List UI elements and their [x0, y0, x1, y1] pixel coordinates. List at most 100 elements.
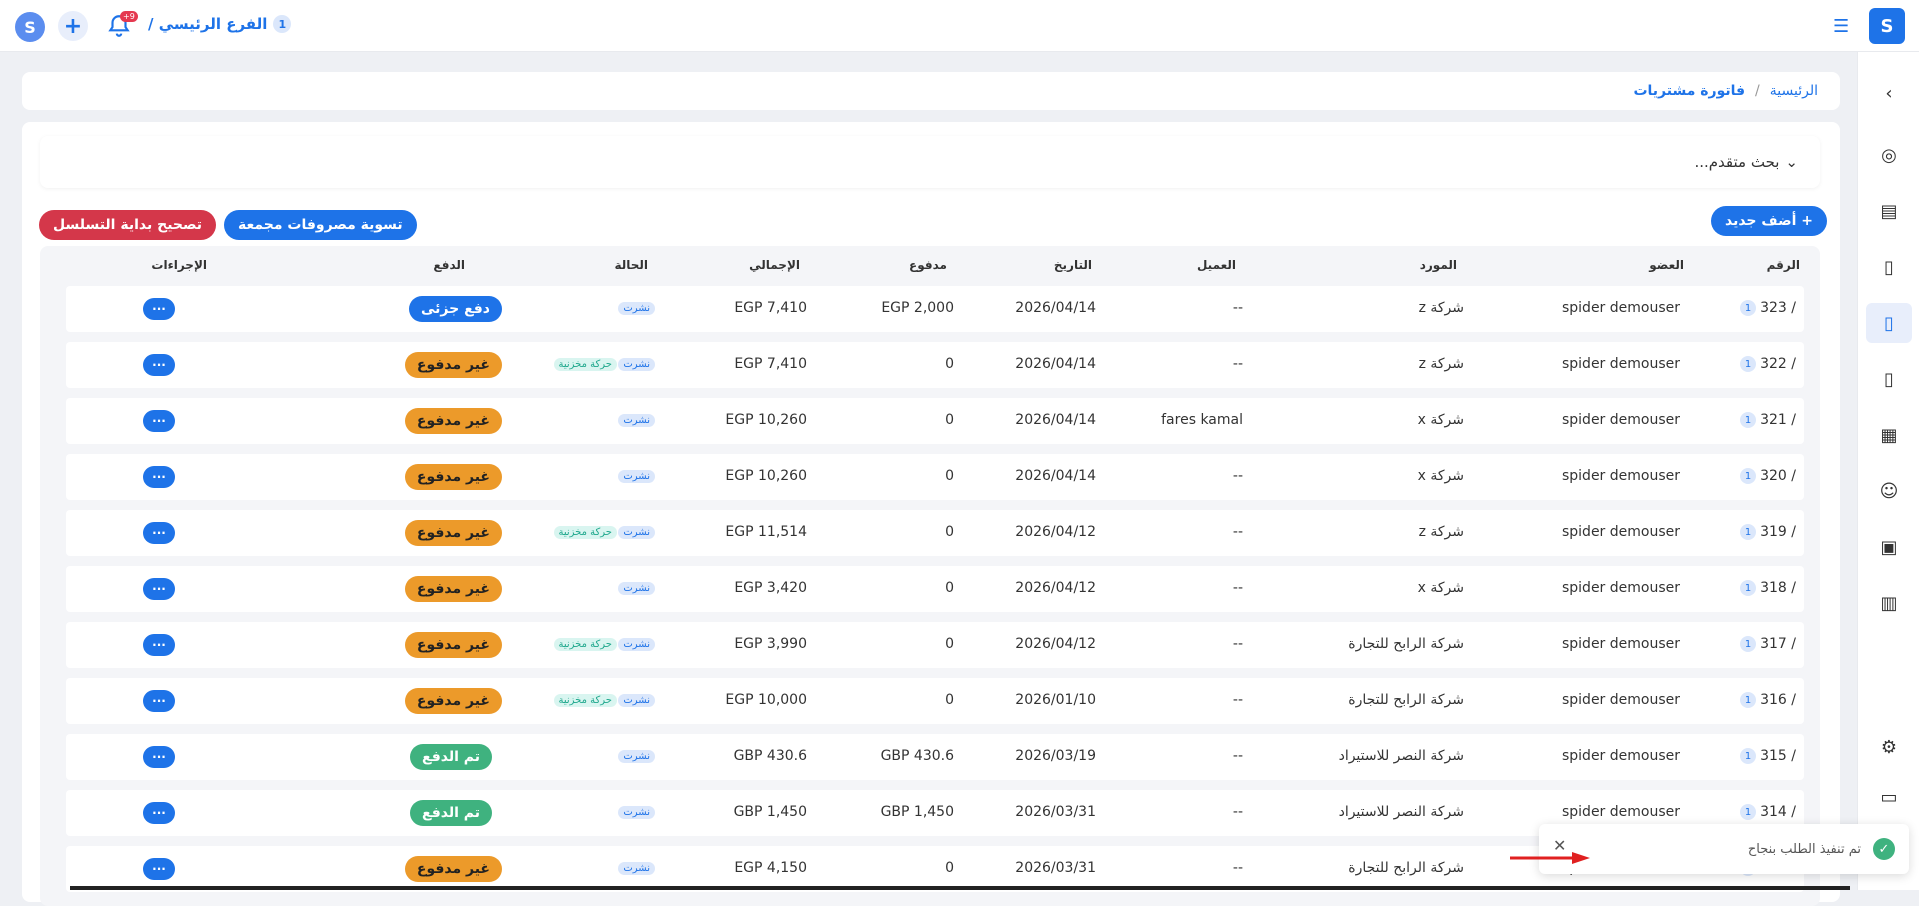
supplier-cell: شركة الرابح للتجارة: [1348, 636, 1464, 652]
invoice-number[interactable]: 1 319 /: [1740, 524, 1796, 540]
invoice-number[interactable]: 1 323 /: [1740, 300, 1796, 316]
paid-cell: EGP 2,000: [881, 300, 954, 316]
inventory-badge: حركة مخزنية: [553, 638, 617, 651]
top-bar: S + +9 1 الفرع الرئيسي / ☰ S: [0, 0, 1919, 52]
advanced-search-toggle[interactable]: ⌄ بحث متقدم...: [40, 136, 1820, 188]
invoice-number[interactable]: 1 316 /: [1740, 692, 1796, 708]
row-actions-button[interactable]: ···: [143, 746, 175, 768]
menu-icon[interactable]: ☰: [1833, 16, 1849, 37]
inventory-badge: حركة مخزنية: [553, 358, 617, 371]
payment-status-button[interactable]: تم الدفع: [410, 744, 492, 770]
table-row[interactable]: 1 316 / spider demouser شركة الرابح للتجارة…: [66, 678, 1804, 724]
table-row[interactable]: 1 318 / spider demouser شركة x -- 2026/04/12 0…: [66, 566, 1804, 612]
screen-icon[interactable]: ▭: [1874, 782, 1904, 812]
row-actions-button[interactable]: ···: [143, 466, 175, 488]
row-actions-button[interactable]: ···: [143, 298, 175, 320]
status-badge: نشرت: [618, 358, 655, 371]
branch-selector[interactable]: 1 الفرع الرئيسي /: [148, 15, 292, 33]
row-actions-button[interactable]: ···: [143, 802, 175, 824]
table-row[interactable]: 1 317 / spider demouser شركة الرابح للتجارة…: [66, 622, 1804, 668]
status-badge: نشرت: [618, 806, 655, 819]
table-row[interactable]: 1 315 / spider demouser شركة النصر للاستيرا…: [66, 734, 1804, 780]
purchases-document-icon[interactable]: ▯: [1866, 303, 1912, 343]
payment-status-button[interactable]: غير مدفوع: [404, 352, 502, 378]
inventory-boxes-icon[interactable]: ▦: [1874, 420, 1904, 450]
brand-logo-icon[interactable]: S: [1869, 8, 1905, 44]
reports-chart-icon[interactable]: ▥: [1874, 588, 1904, 618]
client-cell: --: [1232, 860, 1243, 876]
branch-badge: 1: [1740, 356, 1757, 372]
invoice-number-text: 316 /: [1760, 692, 1796, 708]
users-settings-icon[interactable]: ☺: [1874, 476, 1904, 506]
invoice-number[interactable]: 1 315 /: [1740, 748, 1796, 764]
invoice-number-text: 314 /: [1760, 804, 1796, 820]
status-badge: نشرت: [618, 750, 655, 763]
date-cell: 2026/04/14: [1015, 412, 1096, 428]
row-actions-button[interactable]: ···: [143, 690, 175, 712]
row-actions-button[interactable]: ···: [143, 858, 175, 880]
client-cell: --: [1232, 300, 1243, 316]
payment-status-button[interactable]: غير مدفوع: [404, 464, 502, 490]
fix-sequence-button[interactable]: تصحيح بداية التسلسل: [39, 210, 217, 240]
client-cell: --: [1232, 636, 1243, 652]
table-row[interactable]: 1 323 / spider demouser شركة z -- 2026/04/14 E…: [66, 286, 1804, 332]
payment-status-button[interactable]: غير مدفوع: [404, 408, 502, 434]
add-new-button[interactable]: + أضف جديد: [1711, 206, 1828, 236]
paid-cell: GBP 1,450: [880, 804, 954, 820]
invoice-number[interactable]: 1 321 /: [1740, 412, 1796, 428]
add-new-label: أضف جديد: [1725, 213, 1797, 229]
table-row[interactable]: 1 320 / spider demouser شركة x -- 2026/04/14 0…: [66, 454, 1804, 500]
status-badge: نشرت: [618, 526, 655, 539]
member-cell: spider demouser: [1561, 636, 1680, 652]
plus-icon: +: [1796, 213, 1814, 229]
invoice-number[interactable]: 1 314 /: [1740, 804, 1796, 820]
branch-label: الفرع الرئيسي /: [148, 15, 268, 33]
bottom-scrollbar[interactable]: [70, 886, 1850, 890]
payment-status-button[interactable]: تم الدفع: [410, 800, 492, 826]
row-actions-button[interactable]: ···: [143, 410, 175, 432]
supplier-cell: شركة z: [1418, 300, 1464, 316]
row-actions-button[interactable]: ···: [143, 522, 175, 544]
payment-status-button[interactable]: غير مدفوع: [404, 576, 502, 602]
row-actions-button[interactable]: ···: [143, 354, 175, 376]
products-icon[interactable]: ▣: [1874, 532, 1904, 562]
member-cell: spider demouser: [1561, 804, 1680, 820]
invoice-number[interactable]: 1 320 /: [1740, 468, 1796, 484]
paid-cell: 0: [945, 580, 954, 596]
payment-status-button[interactable]: غير مدفوع: [404, 856, 502, 882]
branch-badge: 1: [1740, 580, 1757, 596]
settle-expenses-button[interactable]: تسوية مصروفات مجمعة: [224, 210, 417, 240]
pos-icon[interactable]: ▤: [1874, 196, 1904, 226]
quick-add-button[interactable]: +: [58, 11, 88, 41]
payment-status-button[interactable]: دفع جزئى: [408, 296, 502, 322]
payment-status-button[interactable]: غير مدفوع: [404, 688, 502, 714]
row-actions-button[interactable]: ···: [143, 634, 175, 656]
paid-cell: 0: [945, 692, 954, 708]
payment-status-button[interactable]: غير مدفوع: [404, 632, 502, 658]
paid-cell: 0: [945, 468, 954, 484]
table-row[interactable]: 1 319 / spider demouser شركة z -- 2026/04/12 0…: [66, 510, 1804, 556]
sales-document-icon[interactable]: ▯: [1874, 252, 1904, 282]
collapse-chevron-icon[interactable]: ‹: [1874, 78, 1904, 108]
app-logo-icon[interactable]: S: [15, 12, 45, 42]
settings-gear-icon[interactable]: ⚙: [1874, 732, 1904, 762]
client-cell: fares kamal: [1161, 412, 1243, 428]
supplier-cell: شركة النصر للاستيراد: [1338, 748, 1464, 764]
client-cell: --: [1232, 356, 1243, 372]
finance-document-icon[interactable]: ▯: [1874, 364, 1904, 394]
invoice-number[interactable]: 1 317 /: [1740, 636, 1796, 652]
member-cell: spider demouser: [1561, 468, 1680, 484]
status-badge: نشرت: [618, 302, 655, 315]
table-row[interactable]: 1 322 / spider demouser شركة z -- 2026/04/14 0…: [66, 342, 1804, 388]
supplier-cell: شركة z: [1418, 524, 1464, 540]
table-row[interactable]: 1 321 / spider demouser شركة x fares kamal 20…: [66, 398, 1804, 444]
payment-status-button[interactable]: غير مدفوع: [404, 520, 502, 546]
breadcrumb-home-link[interactable]: الرئيسية: [1770, 83, 1818, 99]
row-actions-button[interactable]: ···: [143, 578, 175, 600]
dashboard-icon[interactable]: ◎: [1874, 140, 1904, 170]
breadcrumb: الرئيسية / فاتورة مشتريات: [22, 72, 1840, 110]
client-cell: --: [1232, 748, 1243, 764]
invoice-number[interactable]: 1 318 /: [1740, 580, 1796, 596]
invoice-number[interactable]: 1 322 /: [1740, 356, 1796, 372]
date-cell: 2026/03/31: [1015, 860, 1096, 876]
